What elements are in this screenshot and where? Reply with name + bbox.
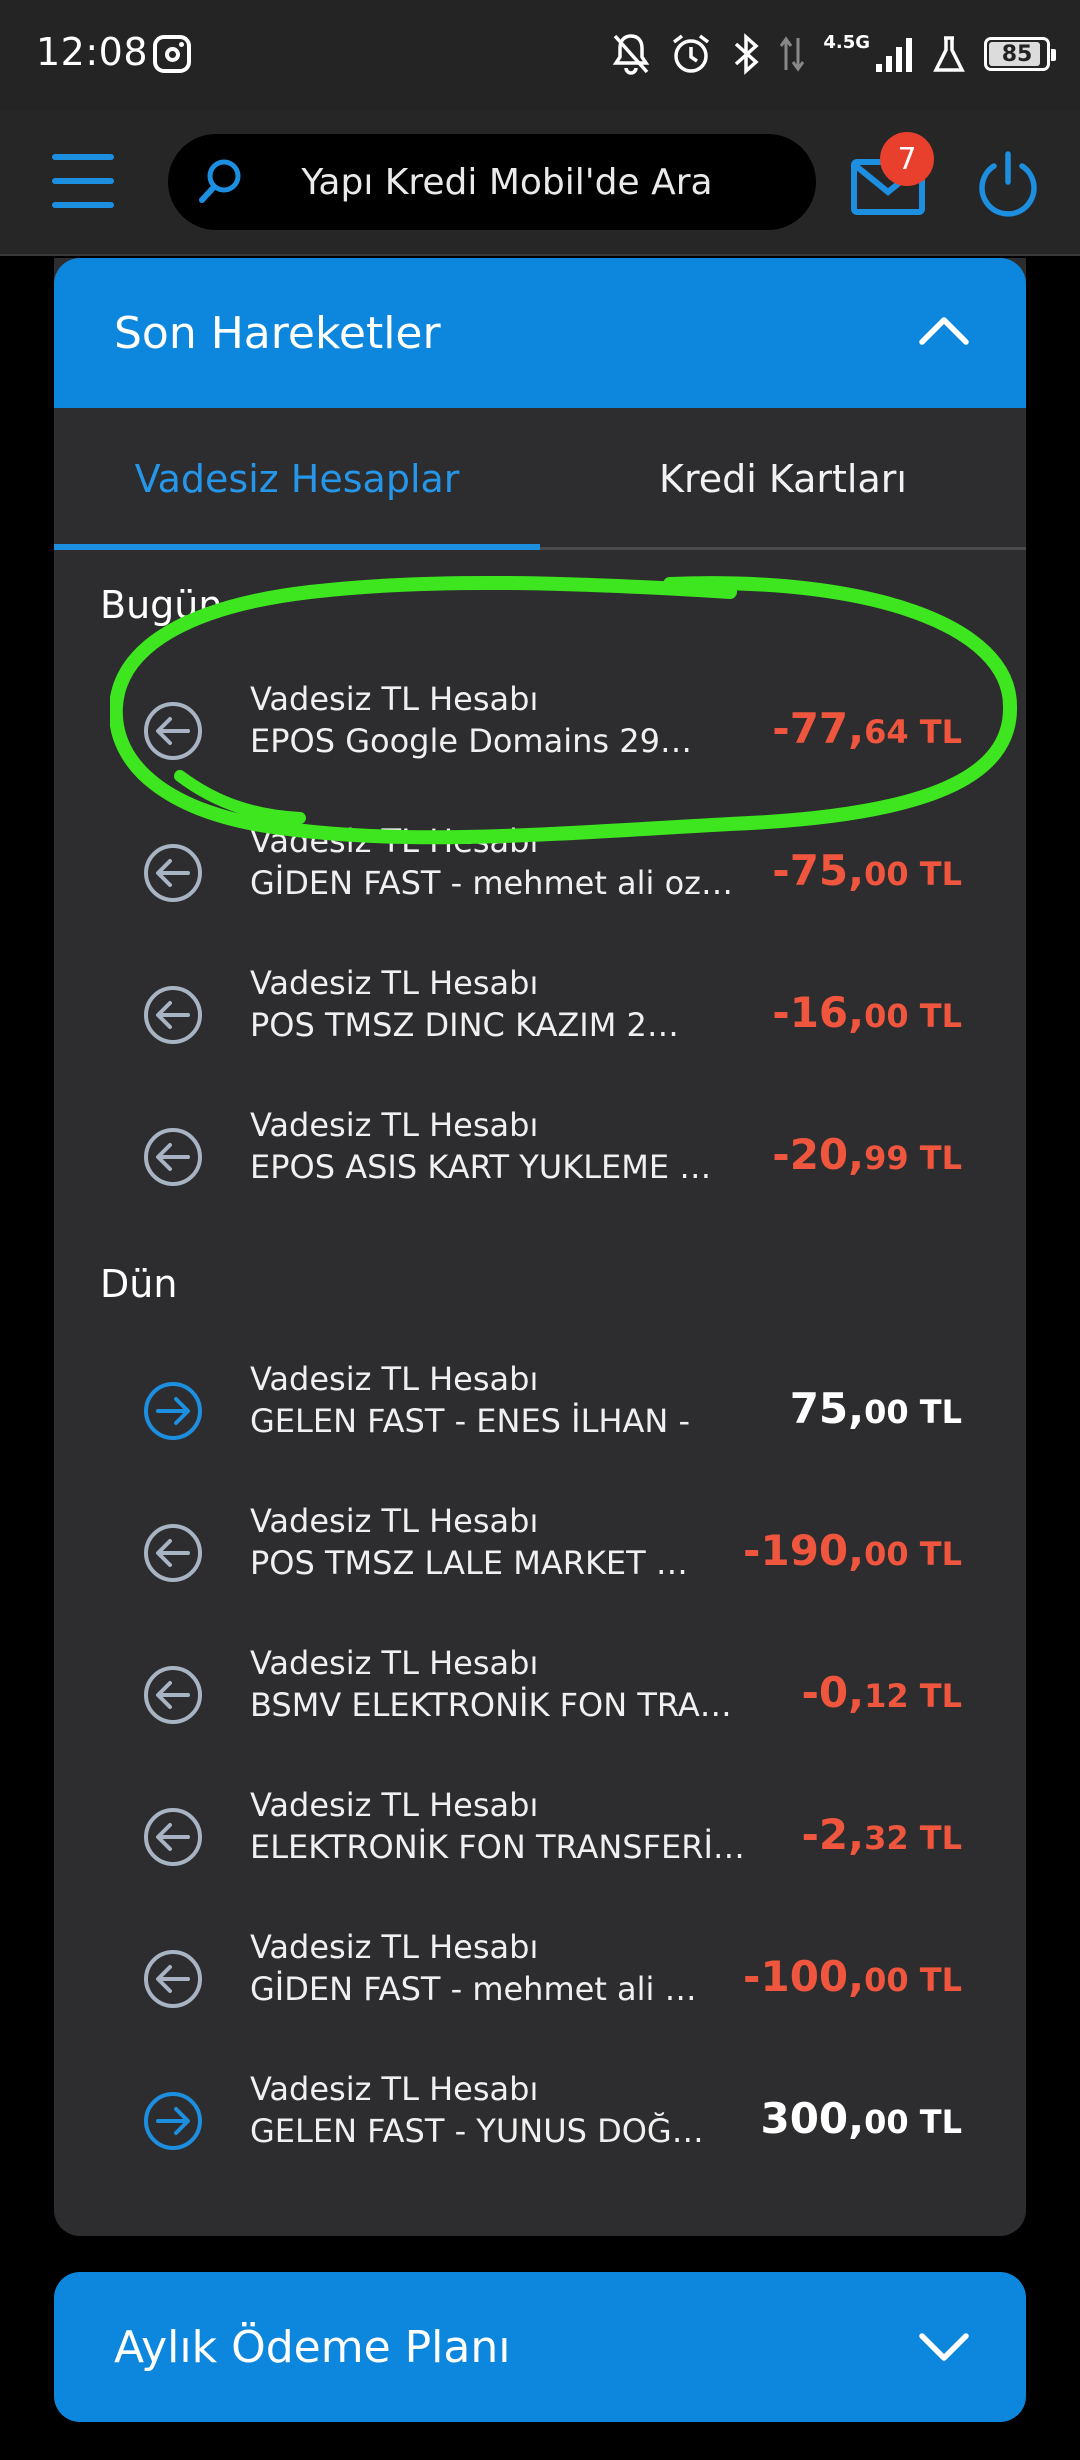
chevron-up-icon[interactable] [918, 310, 970, 350]
outgoing-arrow-icon [144, 1666, 202, 1724]
active-tab-indicator [54, 544, 540, 550]
transaction-account: Vadesiz TL Hesabı [250, 1644, 539, 1682]
transaction-row[interactable]: Vadesiz TL Hesabı BSMV ELEKTRONİK FON TR… [54, 1624, 1026, 1766]
instagram-icon [153, 35, 191, 73]
transaction-account: Vadesiz TL Hesabı [250, 1502, 539, 1540]
transaction-amount: -2,32 TL [801, 1810, 962, 1859]
transaction-account: Vadesiz TL Hesabı [250, 1360, 539, 1398]
transaction-amount: -20,99 TL [772, 1130, 962, 1179]
section-label-yesterday: Dün [100, 1262, 178, 1306]
transaction-description: EPOS ASIS KART YUKLEME … [250, 1148, 712, 1186]
transaction-description: BSMV ELEKTRONİK FON TRA… [250, 1686, 732, 1724]
transaction-account: Vadesiz TL Hesabı [250, 1786, 539, 1824]
transaction-row[interactable]: Vadesiz TL Hesabı GİDEN FAST - mehmet al… [54, 1908, 1026, 2050]
network-type: 4.5G [823, 31, 870, 53]
hamburger-menu-icon[interactable] [52, 154, 114, 208]
outgoing-arrow-icon [144, 1128, 202, 1186]
highlight-circle-annotation [110, 575, 1018, 845]
app-header: Yapı Kredi Mobil'de Ara 7 [0, 110, 1080, 256]
notifications-off-icon [613, 34, 650, 75]
transaction-row[interactable]: Vadesiz TL Hesabı POS TMSZ LALE MARKET …… [54, 1482, 1026, 1624]
transaction-account: Vadesiz TL Hesabı [250, 1106, 539, 1144]
tab-vadesiz-hesaplar[interactable]: Vadesiz Hesaplar [54, 408, 540, 550]
outgoing-arrow-icon [144, 1524, 202, 1582]
transaction-amount: 75,00 TL [789, 1384, 962, 1433]
search-bar[interactable]: Yapı Kredi Mobil'de Ara [168, 134, 816, 230]
lab-flask-icon [933, 36, 965, 72]
status-icons: 4.5G 85 [611, 28, 1056, 80]
transaction-description: POS TMSZ LALE MARKET … [250, 1544, 688, 1582]
transaction-amount: -0,12 TL [801, 1668, 962, 1717]
chevron-down-icon[interactable] [918, 2328, 970, 2368]
transaction-row[interactable]: Vadesiz TL Hesabı EPOS ASIS KART YUKLEME… [54, 1086, 1026, 1228]
transaction-account: Vadesiz TL Hesabı [250, 2070, 539, 2108]
transaction-description: GİDEN FAST - mehmet ali … [250, 1970, 697, 2008]
transaction-account: Vadesiz TL Hesabı [250, 1928, 539, 1966]
battery-icon: 85 [984, 37, 1056, 71]
transaction-description: GELEN FAST - ENES İLHAN - [250, 1402, 691, 1440]
card-title: Son Hareketler [114, 308, 441, 359]
transaction-row[interactable]: Vadesiz TL Hesabı ELEKTRONİK FON TRANSFE… [54, 1766, 1026, 1908]
power-icon[interactable] [974, 150, 1042, 218]
transaction-description: ELEKTRONİK FON TRANSFERİ… [250, 1828, 745, 1866]
battery-level: 85 [1001, 41, 1033, 67]
monthly-plan-title: Aylık Ödeme Planı [114, 2322, 511, 2373]
recent-transactions-card: Son Hareketler Vadesiz Hesaplar Kredi Ka… [54, 258, 1026, 2236]
transaction-amount: -100,00 TL [743, 1952, 962, 2001]
signal-icon [876, 38, 912, 72]
transaction-amount: -190,00 TL [743, 1526, 962, 1575]
transaction-row[interactable]: Vadesiz TL Hesabı POS TMSZ DINC KAZIM 2…… [54, 944, 1026, 1086]
mail-badge: 7 [880, 132, 934, 186]
data-transfer-icon [780, 36, 805, 72]
incoming-arrow-icon [144, 1382, 202, 1440]
account-tabs: Vadesiz Hesaplar Kredi Kartları [54, 408, 1026, 550]
transaction-amount: -16,00 TL [772, 988, 962, 1037]
recent-transactions-header[interactable]: Son Hareketler [54, 258, 1026, 408]
transaction-description: GELEN FAST - YUNUS DOĞ… [250, 2112, 704, 2150]
transaction-row[interactable]: Vadesiz TL Hesabı GELEN FAST - ENES İLHA… [54, 1340, 1026, 1482]
incoming-arrow-icon [144, 2092, 202, 2150]
outgoing-arrow-icon [144, 1950, 202, 2008]
status-bar: 12:08 4.5G 85 [0, 0, 1080, 110]
transaction-amount: 300,00 TL [760, 2094, 962, 2143]
alarm-icon [673, 34, 710, 73]
transaction-account: Vadesiz TL Hesabı [250, 964, 539, 1002]
outgoing-arrow-icon [144, 986, 202, 1044]
transaction-description: POS TMSZ DINC KAZIM 2… [250, 1006, 679, 1044]
search-placeholder: Yapı Kredi Mobil'de Ara [301, 162, 713, 203]
transaction-row[interactable]: Vadesiz TL Hesabı GELEN FAST - YUNUS DOĞ… [54, 2050, 1026, 2192]
bluetooth-icon [735, 33, 759, 75]
monthly-payment-plan-card[interactable]: Aylık Ödeme Planı [54, 2272, 1026, 2422]
status-time: 12:08 [36, 30, 149, 74]
outgoing-arrow-icon [144, 1808, 202, 1866]
transaction-description: GİDEN FAST - mehmet ali oz… [250, 864, 733, 902]
tab-kredi-kartlari[interactable]: Kredi Kartları [540, 408, 1026, 550]
